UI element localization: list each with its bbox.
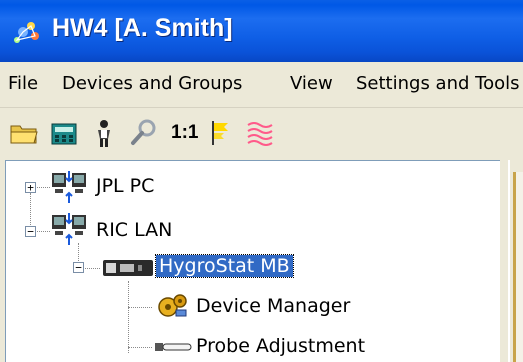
device-tree[interactable]: + JPL PC − RIC LAN − HygroStat MB Device…	[5, 160, 500, 362]
collapse-button[interactable]: −	[73, 262, 84, 273]
detail-pane	[513, 172, 523, 362]
tree-connector	[128, 281, 129, 353]
open-folder-icon[interactable]	[8, 117, 40, 149]
tree-node-jpl-pc[interactable]: JPL PC	[93, 175, 157, 197]
scale-1-1-button[interactable]: 1:1	[171, 122, 198, 144]
title-bar[interactable]: HW4 [A. Smith]	[0, 0, 523, 62]
window-title: HW4 [A. Smith]	[52, 14, 233, 42]
network-computers-icon	[52, 213, 86, 245]
user-icon[interactable]	[88, 117, 120, 149]
menu-settings-and-tools[interactable]: Settings and Tools	[356, 73, 519, 94]
menu-file[interactable]: File	[8, 73, 38, 94]
probe-icon	[155, 343, 192, 351]
menu-bar: File Devices and Groups View Settings an…	[0, 62, 523, 108]
menu-devices-and-groups[interactable]: Devices and Groups	[62, 73, 242, 94]
device-icon	[103, 260, 153, 276]
toolbar: 1:1	[0, 108, 523, 158]
tree-node-ric-lan[interactable]: RIC LAN	[93, 219, 175, 241]
probe-search-icon[interactable]	[128, 117, 160, 149]
gears-icon	[158, 294, 187, 317]
flag-icon[interactable]	[206, 117, 238, 149]
expand-button[interactable]: +	[25, 182, 36, 193]
tree-node-probe-adjustment[interactable]: Probe Adjustment	[193, 335, 368, 357]
collapse-button[interactable]: −	[25, 226, 36, 237]
tree-connector	[128, 347, 152, 348]
menu-view[interactable]: View	[290, 73, 333, 94]
network-computers-icon	[52, 171, 86, 203]
tree-node-device-manager[interactable]: Device Manager	[193, 295, 353, 317]
tree-connector	[128, 307, 152, 308]
tree-node-hygrostat-mb[interactable]: HygroStat MB	[155, 254, 294, 278]
humidity-lines-icon[interactable]	[244, 117, 276, 149]
calculator-icon[interactable]	[48, 117, 80, 149]
app-icon	[14, 22, 39, 43]
